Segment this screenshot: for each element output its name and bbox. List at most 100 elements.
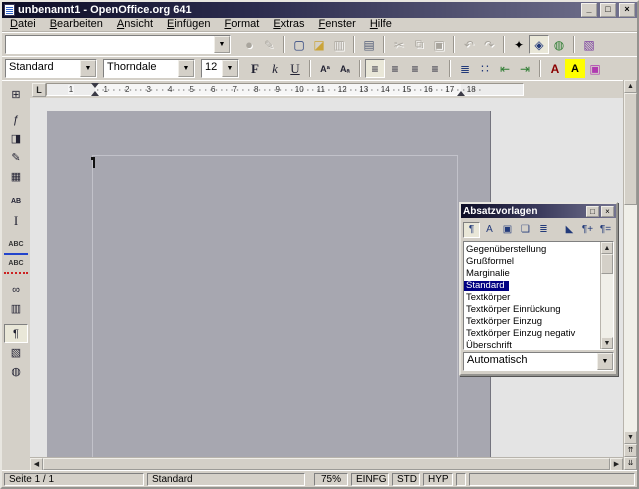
vertical-scroll-thumb[interactable] <box>624 93 637 205</box>
status-insert-mode[interactable]: EINFG <box>351 473 389 486</box>
stylist-close-button[interactable]: × <box>601 206 614 217</box>
status-zoom[interactable]: 75% <box>314 473 348 486</box>
draw-functions-button[interactable]: ✎ <box>4 148 28 167</box>
right-indent-marker[interactable] <box>457 91 465 96</box>
autospellcheck-button[interactable]: ABC <box>4 255 28 274</box>
frame-styles-button[interactable]: ▣ <box>499 222 516 238</box>
highlighting-button[interactable]: A <box>565 59 585 78</box>
insert-fields-button[interactable]: ƒ <box>4 110 28 129</box>
increase-indent-button[interactable]: ⇥ <box>515 59 535 78</box>
style-list-row[interactable]: Grußformel <box>464 255 600 267</box>
insert-button[interactable]: ⊞ <box>4 85 28 104</box>
new-style-from-selection-button[interactable]: ¶+ <box>579 222 596 238</box>
chevron-down-icon[interactable]: ▼ <box>222 60 238 77</box>
style-item-label[interactable]: Textkörper Einzug negativ <box>464 328 577 339</box>
align-right-button[interactable]: ≡ <box>405 59 425 78</box>
save-button[interactable]: ▥ <box>329 35 349 54</box>
open-button[interactable]: ◪ <box>309 35 329 54</box>
paragraph-background-button[interactable]: ▣ <box>585 59 605 78</box>
direct-cursor-button[interactable]: I <box>4 211 28 230</box>
data-sources-button[interactable]: ▥ <box>4 299 28 318</box>
left-indent-marker[interactable] <box>91 91 99 96</box>
chevron-down-icon[interactable]: ▼ <box>597 353 613 370</box>
menu-hilfe[interactable]: Hilfe <box>363 18 399 31</box>
style-item-label[interactable]: Überschrift <box>464 340 514 349</box>
font-size-combobox[interactable]: 12 ▼ <box>201 59 239 78</box>
update-style-button[interactable]: ¶= <box>597 222 614 238</box>
scroll-down-icon[interactable]: ▼ <box>601 337 613 349</box>
style-list-row[interactable]: Textkörper Einzug <box>464 315 600 327</box>
decrease-indent-button[interactable]: ⇤ <box>495 59 515 78</box>
vertical-scroll-track[interactable] <box>624 205 637 431</box>
numbering-styles-button[interactable]: ≣ <box>535 222 552 238</box>
menu-ansicht[interactable]: Ansicht <box>110 18 160 31</box>
style-item-label[interactable]: Gegenüberstellung <box>464 244 548 255</box>
menu-datei[interactable]: Datei <box>3 18 43 31</box>
gallery-button[interactable]: ▧ <box>579 35 599 54</box>
style-item-label[interactable]: Textkörper Einzug <box>464 316 544 327</box>
style-list-row[interactable]: Textkörper Einrückung <box>464 303 600 315</box>
bold-button[interactable]: F <box>245 59 265 78</box>
new-document-button[interactable]: ▢ <box>289 35 309 54</box>
autotext-button[interactable]: AB <box>4 192 28 211</box>
horizontal-scroll-thumb[interactable] <box>43 458 610 470</box>
fill-format-mode-button[interactable]: ◣ <box>561 222 578 238</box>
style-list-row[interactable]: Gegenüberstellung <box>464 243 600 255</box>
previous-page-icon[interactable]: ⇈ <box>624 444 637 457</box>
hyperlink-globe-button[interactable]: ◍ <box>549 35 569 54</box>
vertical-scrollbar[interactable]: ▲ ▼ ⇈ ⇊ <box>623 80 637 470</box>
document-page[interactable] <box>47 111 491 457</box>
align-left-button[interactable]: ≡ <box>365 59 385 78</box>
align-justify-button[interactable]: ≡ <box>425 59 445 78</box>
style-item-label[interactable]: Grußformel <box>464 256 516 267</box>
chevron-down-icon[interactable]: ▼ <box>178 60 194 77</box>
status-selection-mode[interactable]: STD <box>392 473 420 486</box>
font-color-button[interactable]: A <box>545 59 565 78</box>
chevron-down-icon[interactable]: ▼ <box>214 36 230 53</box>
copy-button[interactable]: ⧉ <box>409 35 429 54</box>
form-functions-button[interactable]: ▦ <box>4 167 28 186</box>
status-hyperlink-mode[interactable]: HYP <box>423 473 453 486</box>
menu-format[interactable]: Format <box>217 18 266 31</box>
horizontal-scrollbar[interactable]: ◀ ▶ <box>30 457 623 470</box>
menu-fenster[interactable]: Fenster <box>312 18 363 31</box>
nonprinting-characters-button[interactable]: ¶ <box>4 324 28 343</box>
style-item-label[interactable]: Textkörper Einrückung <box>464 304 563 315</box>
spellcheck-button[interactable]: ABC <box>4 236 28 255</box>
url-combobox[interactable]: ▼ <box>5 35 231 54</box>
paragraph-style-combobox[interactable]: Standard ▼ <box>5 59 97 78</box>
chevron-down-icon[interactable]: ▼ <box>80 60 96 77</box>
navigator-button[interactable]: ✦ <box>509 35 529 54</box>
page-styles-button[interactable]: ❏ <box>517 222 534 238</box>
style-filter-combobox[interactable]: Automatisch ▼ <box>463 352 614 371</box>
maximize-button[interactable]: □ <box>600 3 616 17</box>
redo-button[interactable]: ↷ <box>479 35 499 54</box>
menu-bearbeiten[interactable]: Bearbeiten <box>43 18 110 31</box>
superscript-button[interactable]: Aª <box>315 59 335 78</box>
graphics-onoff-button[interactable]: ▧ <box>4 343 28 362</box>
paste-button[interactable]: ▣ <box>429 35 449 54</box>
style-list-row[interactable]: Standard <box>464 279 600 291</box>
underline-button[interactable]: U <box>285 59 305 78</box>
stylist-button[interactable]: ◈ <box>529 35 549 54</box>
menu-extras[interactable]: Extras <box>266 18 311 31</box>
find-replace-button[interactable]: ∞ <box>4 280 28 299</box>
style-item-label[interactable]: Marginalie <box>464 268 512 279</box>
menu-einfuegen[interactable]: Einfügen <box>160 18 217 31</box>
undo-button[interactable]: ↶ <box>459 35 479 54</box>
subscript-button[interactable]: Aₐ <box>335 59 355 78</box>
edit-file-button[interactable]: ✎ <box>259 35 279 54</box>
insert-objects-button[interactable]: ◨ <box>4 129 28 148</box>
italic-button[interactable]: k <box>265 59 285 78</box>
online-layout-button[interactable]: ◍ <box>4 362 28 381</box>
font-name-combobox[interactable]: Thorndale ▼ <box>103 59 195 78</box>
first-line-indent-marker[interactable] <box>91 83 99 88</box>
style-item-label[interactable]: Standard <box>464 281 509 291</box>
style-list-row[interactable]: Marginalie <box>464 267 600 279</box>
cut-button[interactable]: ✂ <box>389 35 409 54</box>
style-scroll-thumb[interactable] <box>601 254 613 274</box>
stop-loading-button[interactable]: ● <box>239 35 259 54</box>
next-page-icon[interactable]: ⇊ <box>624 457 637 470</box>
character-styles-button[interactable]: A <box>481 222 498 238</box>
numbering-button[interactable]: ≣ <box>455 59 475 78</box>
